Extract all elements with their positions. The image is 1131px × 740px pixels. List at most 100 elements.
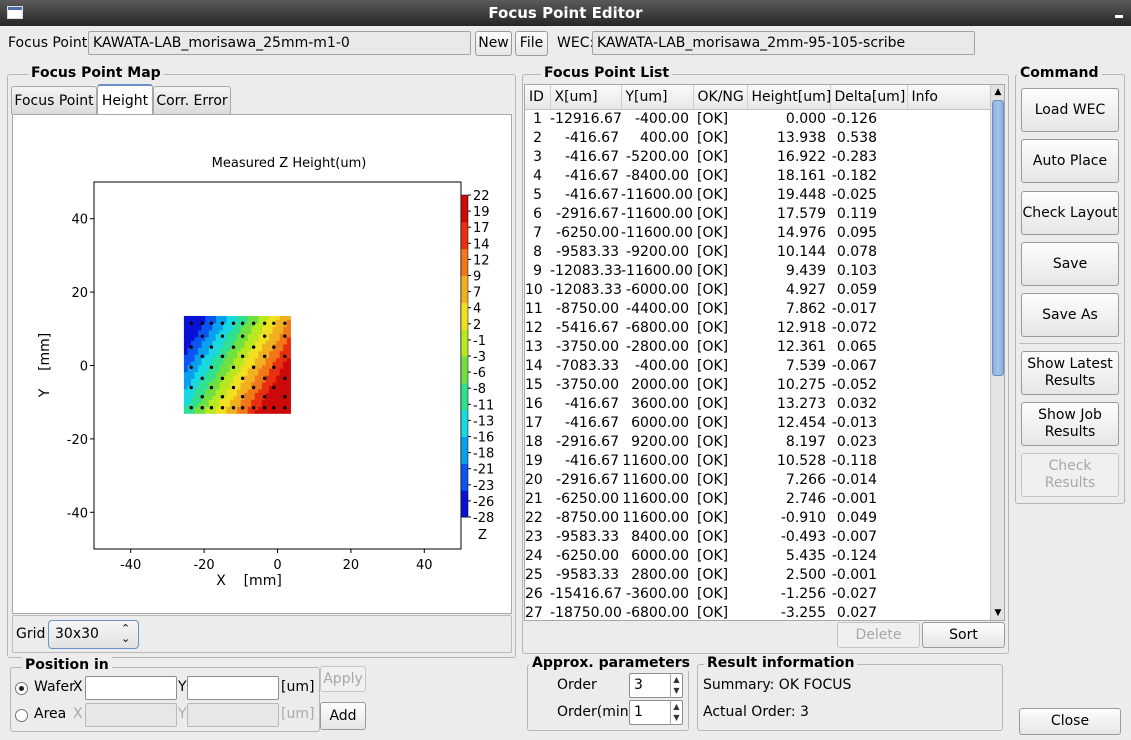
col-height[interactable]: Height[um] (747, 85, 831, 110)
heatmap-cell (205, 357, 210, 362)
scroll-down-icon[interactable]: ▼ (991, 606, 1004, 620)
heatmap-cell (240, 343, 245, 348)
col-x[interactable]: X[um] (550, 85, 622, 110)
col-y[interactable]: Y[um] (621, 85, 694, 110)
heatmap-cell (286, 347, 291, 352)
table-row[interactable]: 27 -18750.00 -6800.00 [OK] -3.255 0.027 (525, 604, 991, 621)
table-row[interactable]: 21 -6250.00 11600.00 [OK] 2.746 -0.001 (525, 490, 991, 509)
table-cell: -3.255 (780, 605, 826, 621)
heatmap-cell (247, 406, 252, 411)
x-tick-label: -20 (193, 558, 214, 573)
area-radio[interactable] (15, 709, 28, 722)
table-row[interactable]: 11 -8750.00 -4400.00 [OK] 7.862 -0.017 (525, 300, 991, 319)
scroll-thumb[interactable] (992, 100, 1004, 376)
heatmap-cell (272, 336, 277, 341)
table-row[interactable]: 20 -2916.67 11600.00 [OK] 7.266 -0.014 (525, 471, 991, 490)
table-cell: 11600.00 (622, 472, 689, 488)
colorbar-tick-label: 2 (473, 318, 481, 333)
auto-place-button[interactable]: Auto Place (1021, 139, 1119, 183)
heatmap-cell (233, 395, 238, 400)
table-row[interactable]: 26 -15416.67 -3600.00 [OK] -1.256 -0.027 (525, 585, 991, 604)
area-y-input[interactable] (187, 703, 279, 727)
order-spinbox[interactable]: 3 ▲ ▼ (629, 673, 683, 698)
col-okng[interactable]: OK/NG (693, 85, 748, 110)
wec-field[interactable]: KAWATA-LAB_morisawa_2mm-95-105-scribe (592, 31, 975, 55)
file-button[interactable]: File (515, 31, 548, 56)
tab-focus-point[interactable]: Focus Point (11, 86, 97, 114)
table-row[interactable]: 5 -416.67 -11600.00 [OK] 19.448 -0.025 (525, 186, 991, 205)
area-x-input[interactable] (85, 703, 177, 727)
table-cell: -2916.67 (556, 472, 619, 488)
table-cell: -0.014 (831, 472, 877, 488)
heatmap-cell (261, 315, 267, 321)
table-row[interactable]: 25 -9583.33 2800.00 [OK] 2.500 -0.001 (525, 566, 991, 585)
load-wec-button[interactable]: Load WEC (1021, 88, 1119, 132)
wafer-x-input[interactable] (85, 676, 177, 700)
table-cell: 7.862 (785, 301, 826, 317)
heatmap-cell (212, 361, 217, 366)
show-job-results-button[interactable]: Show Job Results (1021, 402, 1119, 446)
save-button[interactable]: Save (1021, 242, 1119, 286)
col-id[interactable]: ID (525, 85, 551, 110)
table-cell: -4400.00 (626, 301, 689, 317)
table-row[interactable]: 16 -416.67 3600.00 [OK] 13.273 0.032 (525, 395, 991, 414)
list-scrollbar[interactable]: ▲ ▼ (990, 85, 1004, 620)
updown-icon: ⌃ ⌄ (121, 622, 131, 645)
table-row[interactable]: 9 -12083.33 -11600.00 [OK] 9.439 0.103 (525, 262, 991, 281)
heatmap-cell (244, 385, 249, 390)
table-row[interactable]: 2 -416.67 400.00 [OK] 13.938 0.538 (525, 129, 991, 148)
save-as-button[interactable]: Save As (1021, 293, 1119, 337)
table-row[interactable]: 1 -12916.67 -400.00 [OK] 0.000 -0.126 (525, 110, 991, 129)
table-row[interactable]: 17 -416.67 6000.00 [OK] 12.454 -0.013 (525, 414, 991, 433)
heatmap-cell (226, 329, 231, 334)
focus-point-field[interactable]: KAWATA-LAB_morisawa_25mm-m1-0 (88, 31, 471, 55)
heatmap-cell (191, 392, 196, 397)
table-row[interactable]: 19 -416.67 11600.00 [OK] 10.528 -0.118 (525, 452, 991, 471)
heatmap-cell (258, 378, 263, 383)
table-row[interactable]: 7 -6250.00 -11600.00 [OK] 14.976 0.095 (525, 224, 991, 243)
table-row[interactable]: 12 -5416.67 -6800.00 [OK] 12.918 -0.072 (525, 319, 991, 338)
table-row[interactable]: 4 -416.67 -8400.00 [OK] 18.161 -0.182 (525, 167, 991, 186)
table-row[interactable]: 15 -3750.00 2000.00 [OK] 10.275 -0.052 (525, 376, 991, 395)
heatmap-cell (187, 333, 192, 338)
tab-height[interactable]: Height (97, 84, 153, 115)
close-button[interactable]: Close (1019, 708, 1121, 735)
order-min-spin-buttons[interactable]: ▲ ▼ (670, 701, 682, 725)
order-spin-buttons[interactable]: ▲ ▼ (670, 674, 682, 698)
grid-select[interactable]: 30x30 ⌃ ⌄ (48, 620, 139, 649)
check-layout-button[interactable]: Check Layout (1021, 191, 1119, 235)
heatmap-cell (233, 381, 238, 387)
table-row[interactable]: 14 -7083.33 -400.00 [OK] 7.539 -0.067 (525, 357, 991, 376)
table-row[interactable]: 6 -2916.67 -11600.00 [OK] 17.579 0.119 (525, 205, 991, 224)
apply-button[interactable]: Apply (320, 666, 366, 692)
table-row[interactable]: 3 -416.67 -5200.00 [OK] 16.922 -0.283 (525, 148, 991, 167)
order-min-spinbox[interactable]: 1 ▲ ▼ (629, 700, 683, 725)
table-row[interactable]: 18 -2916.67 9200.00 [OK] 8.197 0.023 (525, 433, 991, 452)
table-row[interactable]: 23 -9583.33 8400.00 [OK] -0.493 -0.007 (525, 528, 991, 547)
check-results-button[interactable]: Check Results (1021, 453, 1119, 497)
heatmap-cell (237, 381, 242, 387)
add-button[interactable]: Add (320, 702, 366, 730)
heatmap-cell (251, 371, 256, 376)
table-row[interactable]: 24 -6250.00 6000.00 [OK] 5.435 -0.124 (525, 547, 991, 566)
wafer-y-input[interactable] (187, 676, 279, 700)
sort-button[interactable]: Sort (922, 622, 1005, 648)
minimize-icon[interactable] (1115, 8, 1125, 18)
table-row[interactable]: 8 -9583.33 -9200.00 [OK] 10.144 0.078 (525, 243, 991, 262)
wafer-radio[interactable] (15, 682, 28, 695)
col-info[interactable]: Info (907, 85, 992, 110)
scroll-up-icon[interactable]: ▲ (991, 85, 1004, 99)
table-cell: 17 (525, 415, 543, 431)
table-row[interactable]: 13 -3750.00 -2800.00 [OK] 12.361 0.065 (525, 338, 991, 357)
table-row[interactable]: 22 -8750.00 11600.00 [OK] -0.910 0.049 (525, 509, 991, 528)
new-button[interactable]: New (475, 31, 512, 56)
table-row[interactable]: 10 -12083.33 -6000.00 [OK] 4.927 0.059 (525, 281, 991, 300)
show-latest-results-button[interactable]: Show Latest Results (1021, 351, 1119, 395)
heatmap-cell (251, 357, 256, 362)
tab-corr-error[interactable]: Corr. Error (153, 86, 231, 114)
delete-button[interactable]: Delete (837, 622, 920, 648)
col-delta[interactable]: Delta[um] (830, 85, 908, 110)
table-cell: 10.144 (777, 244, 826, 260)
heatmap-region (183, 315, 291, 414)
table-cell (907, 300, 991, 319)
